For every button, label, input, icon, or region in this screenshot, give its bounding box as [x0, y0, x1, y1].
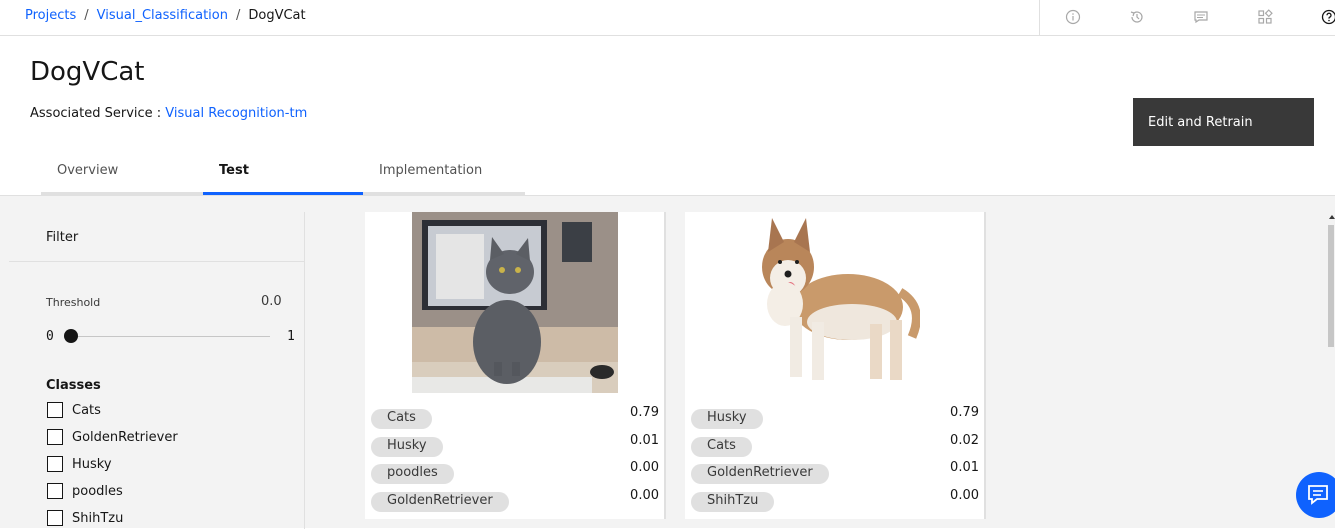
- score-row: GoldenRetriever0.01: [691, 464, 979, 486]
- class-tag: poodles: [371, 464, 454, 484]
- score-row: ShihTzu0.00: [691, 492, 979, 514]
- breadcrumb-separator: /: [84, 8, 88, 23]
- tab-implementation[interactable]: Implementation: [363, 155, 525, 195]
- associated-service: Associated Service : Visual Recognition-…: [30, 106, 307, 121]
- class-tag: ShihTzu: [691, 492, 774, 512]
- class-tag: GoldenRetriever: [371, 492, 509, 512]
- score-row: Cats0.79: [371, 409, 659, 431]
- breadcrumb-visual-classification[interactable]: Visual_Classification: [97, 8, 228, 23]
- checkbox[interactable]: [47, 456, 63, 472]
- associated-service-label: Associated Service :: [30, 106, 161, 121]
- filter-heading: Filter: [46, 230, 78, 245]
- class-tag: Cats: [691, 437, 752, 457]
- class-label: ShihTzu: [72, 511, 123, 526]
- class-label: poodles: [72, 484, 123, 499]
- slider-min-label: 0: [46, 329, 54, 344]
- history-icon[interactable]: [1129, 9, 1145, 25]
- cat-photo: [412, 212, 618, 393]
- class-checkbox-shihtzu[interactable]: ShihTzu: [47, 510, 123, 526]
- class-label: GoldenRetriever: [72, 430, 178, 445]
- score-value: 0.00: [630, 488, 659, 503]
- test-panel: Filter Threshold 0.0 0 1 Classes Cats Go…: [0, 195, 1335, 528]
- classes-heading: Classes: [46, 378, 101, 393]
- score-value: 0.01: [630, 433, 659, 448]
- husky-photo: [740, 212, 920, 393]
- class-checkbox-cats[interactable]: Cats: [47, 402, 101, 418]
- associated-service-link[interactable]: Visual Recognition-tm: [165, 106, 307, 121]
- result-card[interactable]: Cats0.79 Husky0.01 poodles0.00 GoldenRet…: [365, 212, 666, 519]
- class-tag: Cats: [371, 409, 432, 429]
- threshold-value: 0.0: [261, 294, 282, 309]
- breadcrumb-current: DogVCat: [248, 8, 305, 23]
- edit-and-retrain-button[interactable]: Edit and Retrain: [1133, 98, 1314, 146]
- result-card[interactable]: Husky0.79 Cats0.02 GoldenRetriever0.01 S…: [685, 212, 986, 519]
- score-row: Husky0.79: [691, 409, 979, 431]
- tab-overview[interactable]: Overview: [41, 155, 203, 195]
- comment-icon[interactable]: [1193, 9, 1209, 25]
- divider: [9, 261, 305, 262]
- filter-sidebar: Filter Threshold 0.0 0 1 Classes Cats Go…: [9, 212, 305, 529]
- score-value: 0.79: [950, 405, 979, 420]
- breadcrumb-separator: /: [236, 8, 240, 23]
- top-icons: [1039, 0, 1335, 35]
- score-value: 0.00: [630, 460, 659, 475]
- apps-icon[interactable]: [1257, 9, 1273, 25]
- class-tag: GoldenRetriever: [691, 464, 829, 484]
- class-label: Cats: [72, 403, 101, 418]
- class-label: Husky: [72, 457, 112, 472]
- info-icon[interactable]: [1065, 9, 1081, 25]
- score-value: 0.79: [630, 405, 659, 420]
- score-row: Cats0.02: [691, 437, 979, 459]
- checkbox[interactable]: [47, 429, 63, 445]
- threshold-label: Threshold: [46, 296, 100, 309]
- score-value: 0.01: [950, 460, 979, 475]
- chat-button[interactable]: [1296, 472, 1335, 518]
- help-icon[interactable]: [1321, 9, 1335, 25]
- score-row: GoldenRetriever0.00: [371, 492, 659, 514]
- class-checkbox-poodles[interactable]: poodles: [47, 483, 123, 499]
- slider-max-label: 1: [287, 329, 295, 344]
- score-row: Husky0.01: [371, 437, 659, 459]
- checkbox[interactable]: [47, 402, 63, 418]
- score-value: 0.02: [950, 433, 979, 448]
- threshold-slider-track[interactable]: [70, 336, 270, 337]
- breadcrumb: Projects / Visual_Classification / DogVC…: [25, 8, 306, 23]
- class-checkbox-husky[interactable]: Husky: [47, 456, 112, 472]
- checkbox[interactable]: [47, 483, 63, 499]
- chat-icon: [1296, 472, 1335, 518]
- class-tag: Husky: [691, 409, 763, 429]
- tab-test[interactable]: Test: [203, 155, 363, 195]
- score-row: poodles0.00: [371, 464, 659, 486]
- class-tag: Husky: [371, 437, 443, 457]
- top-bar: Projects / Visual_Classification / DogVC…: [0, 0, 1335, 36]
- breadcrumb-projects[interactable]: Projects: [25, 8, 76, 23]
- threshold-slider-handle[interactable]: [64, 329, 78, 343]
- score-value: 0.00: [950, 488, 979, 503]
- tab-bar: Overview Test Implementation: [41, 155, 525, 195]
- scrollbar-thumb[interactable]: [1328, 225, 1334, 347]
- scroll-up-arrow-icon[interactable]: [1329, 215, 1335, 219]
- checkbox[interactable]: [47, 510, 63, 526]
- page-title: DogVCat: [30, 57, 145, 87]
- class-checkbox-goldenretriever[interactable]: GoldenRetriever: [47, 429, 178, 445]
